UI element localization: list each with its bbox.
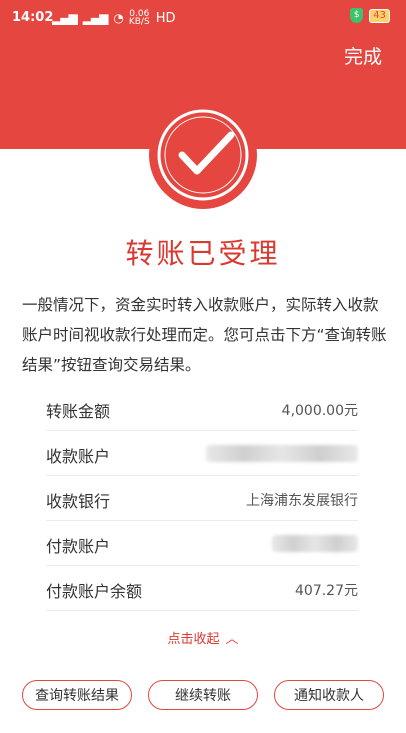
notify-payee-button[interactable]: 通知收款人 [274,680,384,710]
result-description: 一般情况下，资金实时转入收款账户，实际转入收款账户时间视收款行处理而定。您可点击… [22,296,387,374]
signal-icon: ▂▄▆ [82,11,109,25]
shield-icon: $ [350,8,364,23]
detail-label: 收款银行 [46,492,111,511]
signal-icon: ▂▄▆ [52,11,78,25]
detail-row-payee-bank: 收款银行 上海浦东发展银行 [46,476,358,521]
detail-row-amount: 转账金额 4,000.00元 [46,386,358,431]
masked-value [272,535,358,552]
success-check-icon [149,101,257,209]
detail-label: 付款账户 [46,537,111,556]
status-right: $ 43 [350,8,390,23]
status-signals: ▂▄▆ ▂▄▆ ◔ 0.06 KB/S HD [52,9,176,27]
transfer-details: 转账金额 4,000.00元 收款账户 收款银行 上海浦东发展银行 付款账户 付… [46,386,358,611]
collapse-label: 点击收起 [167,632,220,647]
hd-indicator: HD [155,10,176,26]
detail-value: 4,000.00元 [281,403,358,419]
detail-row-payee-account: 收款账户 [46,431,358,476]
masked-value [206,445,358,462]
result-title: 转账已受理 [125,237,281,270]
detail-row-balance: 付款账户余额 407.27元 [46,566,358,611]
detail-label: 收款账户 [46,447,111,466]
continue-transfer-button[interactable]: 继续转账 [148,680,258,710]
wifi-icon: ◔ [113,11,124,25]
detail-row-payer-account: 付款账户 [46,521,358,566]
detail-label: 付款账户余额 [46,582,143,601]
done-button[interactable]: 完成 [344,42,382,69]
query-result-button[interactable]: 查询转账结果 [22,680,132,710]
battery-icon: 43 [369,8,390,23]
detail-label: 转账金额 [46,402,111,421]
chevron-up-icon: ︿ [225,632,239,647]
collapse-toggle[interactable]: 点击收起 ︿ [0,628,406,647]
status-time: 14:02 [12,10,54,25]
detail-value: 上海浦东发展银行 [246,493,358,509]
network-speed: 0.06 KB/S [128,9,150,27]
detail-value: 407.27元 [295,583,358,599]
status-bar: 14:02 ▂▄▆ ▂▄▆ ◔ 0.06 KB/S HD $ 43 [0,0,406,36]
